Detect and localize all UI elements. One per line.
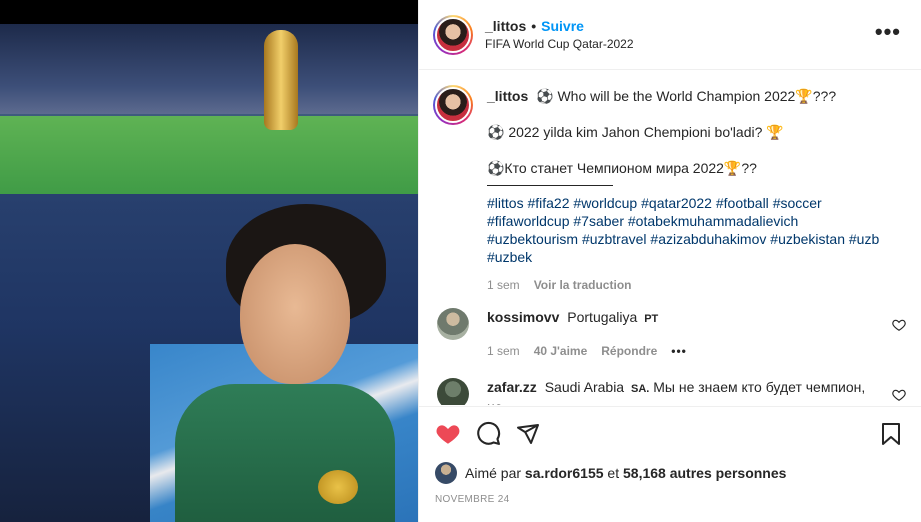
comment-username[interactable]: kossimovv xyxy=(487,309,559,325)
comment-like-icon[interactable] xyxy=(892,318,906,332)
likes-summary: Aimé par sa.rdor6155 et 58,168 autres pe… xyxy=(435,462,786,484)
post-header: _littos • Suivre FIFA World Cup Qatar-20… xyxy=(419,0,921,70)
hashtag-link[interactable]: #fifa22 xyxy=(527,195,569,211)
liker-avatar[interactable] xyxy=(435,462,457,484)
author-avatar[interactable] xyxy=(433,14,473,55)
caption-divider xyxy=(487,185,613,186)
hashtag-link[interactable]: #fifaworldcup xyxy=(487,213,570,229)
bookmark-icon xyxy=(882,422,900,445)
paper-plane-icon xyxy=(517,423,539,444)
caption-age: 1 sem xyxy=(487,278,520,292)
follow-button[interactable]: Suivre xyxy=(541,18,584,34)
comment-likes[interactable]: 40 J'aime xyxy=(534,342,588,360)
comment-more-icon[interactable]: ••• xyxy=(671,342,687,360)
hashtag-link[interactable]: #7saber xyxy=(573,213,624,229)
jacket-emblem xyxy=(318,470,358,504)
commenter-avatar[interactable] xyxy=(437,308,469,340)
post-side-panel: _littos • Suivre FIFA World Cup Qatar-20… xyxy=(418,0,921,522)
hashtag-link[interactable]: #qatar2022 xyxy=(641,195,712,211)
hashtag-list: #littos #fifa22 #worldcup #qatar2022 #fo… xyxy=(487,194,887,266)
hashtag-link[interactable]: #otabekmuhammadalievich xyxy=(628,213,798,229)
green-jacket xyxy=(175,384,395,522)
share-button[interactable] xyxy=(515,421,541,447)
hashtag-link[interactable]: #worldcup xyxy=(573,195,637,211)
save-button[interactable] xyxy=(878,421,904,447)
post-date[interactable]: NOVEMBRE 24 xyxy=(435,494,509,505)
comment-item: kossimovv Portugaliya PT 1 sem 40 J'aime… xyxy=(433,308,908,360)
hashtag-link[interactable]: #football xyxy=(716,195,769,211)
comment-age: 1 sem xyxy=(487,344,520,358)
comment-item: zafar.zz Saudi Arabia SA. Мы не знаем кт… xyxy=(433,378,908,405)
hashtag-link[interactable]: #littos xyxy=(487,195,524,211)
flag-tag: SA. xyxy=(631,383,650,395)
post-location[interactable]: FIFA World Cup Qatar-2022 xyxy=(485,37,634,51)
flag-tag: PT xyxy=(644,313,659,325)
hashtag-link[interactable]: #uzb xyxy=(849,231,879,247)
action-bar xyxy=(419,406,921,460)
likes-prefix: Aimé par xyxy=(465,465,522,481)
hashtag-link[interactable]: #uzbekistan xyxy=(770,231,845,247)
hashtag-link[interactable]: #uzbtravel xyxy=(582,231,647,247)
comment-username[interactable]: zafar.zz xyxy=(487,379,537,395)
post-photo[interactable] xyxy=(0,24,418,522)
reply-button[interactable]: Répondre xyxy=(601,342,657,360)
trophy-replica xyxy=(264,30,298,130)
caption-line-1: ⚽ Who will be the World Champion 2022🏆??… xyxy=(536,88,837,104)
heart-filled-icon xyxy=(436,424,460,444)
likes-count[interactable]: 58,168 autres personnes xyxy=(623,465,786,481)
comment-text: Saudi Arabia xyxy=(544,379,625,395)
caption-username[interactable]: _littos xyxy=(487,88,528,104)
post-modal: _littos • Suivre FIFA World Cup Qatar-20… xyxy=(0,0,921,522)
caption-line-2: ⚽ 2022 yilda kim Jahon Chempioni bo'ladi… xyxy=(487,124,784,140)
comment-like-icon[interactable] xyxy=(892,388,906,402)
caption-block: _littos ⚽ Who will be the World Champion… xyxy=(433,85,908,294)
comments-section[interactable]: _littos ⚽ Who will be the World Champion… xyxy=(419,71,921,405)
comment-bubble-icon xyxy=(476,421,500,445)
hashtag-link[interactable]: #azizabduhakimov xyxy=(650,231,766,247)
like-button[interactable] xyxy=(435,421,461,447)
translate-link[interactable]: Voir la traduction xyxy=(534,276,632,294)
likes-middle: et xyxy=(607,465,620,481)
hashtag-link[interactable]: #uzbek xyxy=(487,249,532,265)
author-username[interactable]: _littos xyxy=(485,18,526,34)
face xyxy=(240,244,350,384)
liker-username[interactable]: sa.rdor6155 xyxy=(525,465,604,481)
top-bar xyxy=(0,0,418,24)
caption-avatar[interactable] xyxy=(433,85,473,125)
stadium-stands xyxy=(0,24,418,114)
comment-text: Portugaliya xyxy=(567,309,638,325)
caption-line-3: ⚽Кто станет Чемпионом мира 2022🏆?? xyxy=(487,160,757,176)
commenter-avatar[interactable] xyxy=(437,378,469,405)
more-options-icon[interactable]: ••• xyxy=(875,21,901,43)
hashtag-link[interactable]: #soccer xyxy=(773,195,822,211)
separator-dot: • xyxy=(531,18,537,34)
comment-button[interactable] xyxy=(475,421,501,447)
hashtag-link[interactable]: #uzbektourism xyxy=(487,231,578,247)
